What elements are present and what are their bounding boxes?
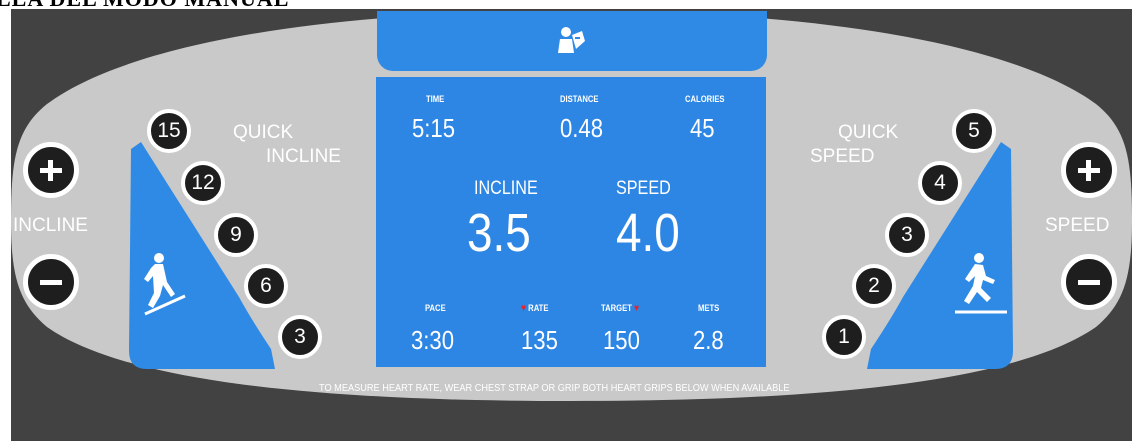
calories-label: CALORIES — [685, 94, 725, 104]
speed-up-button[interactable] — [1061, 142, 1117, 198]
incline-label: INCLINE — [13, 215, 88, 236]
speed-label: SPEED — [1045, 215, 1110, 236]
quick-speed-3-button[interactable]: 3 — [885, 213, 929, 257]
quick-speed-label-2: SPEED — [810, 146, 875, 167]
quick-speed-2-button[interactable]: 2 — [852, 264, 896, 308]
distance-label: DISTANCE — [560, 94, 599, 104]
hiker-icon — [144, 253, 186, 316]
mets-label: METS — [698, 303, 720, 313]
target-label: TARGET ♥ — [601, 303, 640, 314]
quick-speed-5-button[interactable]: 5 — [952, 109, 996, 153]
mets-value: 2.8 — [693, 325, 724, 355]
minus-icon — [40, 280, 62, 285]
heart-icon: ♥ — [634, 303, 640, 314]
minus-icon — [1078, 280, 1100, 285]
distance-value: 0.48 — [560, 113, 604, 143]
incline-up-button[interactable] — [23, 142, 79, 198]
quick-speed-label-1: QUICK — [838, 122, 899, 143]
quick-incline-label-2: INCLINE — [266, 146, 341, 167]
speed-down-button[interactable] — [1061, 254, 1117, 310]
runner-icon — [955, 253, 1007, 314]
quick-incline-12-button[interactable]: 12 — [181, 161, 225, 205]
user-card-icon — [558, 27, 585, 53]
time-label: TIME — [426, 94, 445, 104]
time-value: 5:15 — [412, 113, 456, 143]
speed-display-value: 4.0 — [616, 203, 680, 263]
pace-value: 3:30 — [411, 325, 455, 355]
heart-rate-instructions: TO MEASURE HEART RATE, WEAR CHEST STRAP … — [319, 383, 790, 394]
treadmill-console: INCLINE QUICK INCLINE 15 12 9 6 3 TIME 5… — [11, 9, 1132, 441]
incline-down-button[interactable] — [23, 254, 79, 310]
incline-display-label: INCLINE — [474, 178, 538, 199]
heart-rate-label: ♥ RATE — [521, 303, 549, 314]
display-screen: TIME 5:15 DISTANCE 0.48 CALORIES 45 INCL… — [376, 77, 766, 367]
incline-display-value: 3.5 — [467, 203, 531, 263]
quick-speed-1-button[interactable]: 1 — [822, 315, 866, 359]
quick-incline-3-button[interactable]: 3 — [278, 315, 322, 359]
quick-incline-label-1: QUICK — [233, 122, 294, 143]
heart-icon: ♥ — [521, 303, 527, 314]
top-banner — [377, 11, 767, 71]
target-value: 150 — [603, 325, 640, 355]
pace-label: PACE — [425, 303, 446, 313]
quick-incline-6-button[interactable]: 6 — [244, 264, 288, 308]
speed-display-label: SPEED — [616, 178, 671, 199]
calories-value: 45 — [690, 113, 715, 143]
quick-incline-9-button[interactable]: 9 — [214, 213, 258, 257]
quick-speed-4-button[interactable]: 4 — [918, 161, 962, 205]
heart-rate-value: 135 — [521, 325, 558, 355]
quick-incline-15-button[interactable]: 15 — [147, 109, 191, 153]
